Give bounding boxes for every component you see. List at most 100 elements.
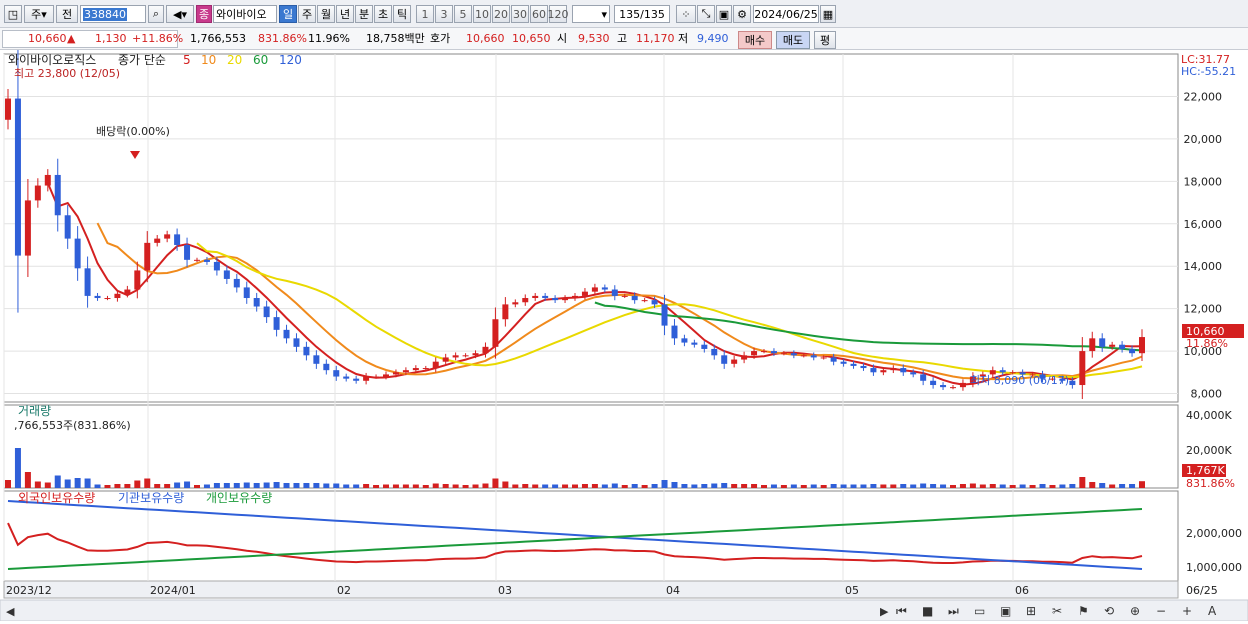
- volume-bar: [870, 484, 877, 488]
- interval-button-30[interactable]: 30: [511, 5, 529, 23]
- volume-bar: [502, 481, 509, 488]
- volume-bar: [999, 484, 1006, 488]
- volume-bar: [1049, 485, 1056, 488]
- y-tick-label: 22,000: [1184, 90, 1223, 103]
- candle-body: [542, 295, 549, 299]
- volume-bar: [412, 484, 419, 488]
- interval-button-1[interactable]: 1: [416, 5, 434, 23]
- volume-bar: [452, 484, 459, 488]
- volume-bar: [273, 482, 280, 488]
- interval-button-120[interactable]: 120: [548, 5, 569, 23]
- volume-bar: [243, 482, 250, 488]
- candle-body: [343, 376, 350, 379]
- volume-bar: [572, 484, 578, 488]
- interval-button-60[interactable]: 60: [530, 5, 548, 23]
- stock-type-badge: 종: [196, 5, 212, 23]
- candle-body: [213, 261, 220, 271]
- interval-button-10[interactable]: 10: [473, 5, 491, 23]
- volume-bar: [1009, 485, 1016, 488]
- interval-button-3[interactable]: 3: [435, 5, 453, 23]
- volume-bar: [661, 480, 668, 488]
- volume-bar: [94, 484, 101, 488]
- volume-bar: [24, 472, 31, 488]
- candle-body: [1069, 380, 1076, 386]
- date-input[interactable]: 2024/06/25: [753, 5, 819, 23]
- period-tab-1[interactable]: 주: [298, 5, 316, 23]
- stock-code-input[interactable]: 338840: [80, 5, 146, 23]
- volume-bar: [1039, 484, 1046, 488]
- volume-bar: [1129, 484, 1136, 488]
- high-label: 고: [617, 32, 628, 45]
- volume-bar: [283, 483, 290, 488]
- candle-body: [641, 300, 648, 302]
- period-tab-3[interactable]: 년: [336, 5, 354, 23]
- layout-icon[interactable]: ⁘: [676, 5, 696, 23]
- period-tab-5[interactable]: 초: [374, 5, 392, 23]
- volume-bar: [44, 482, 51, 488]
- candle-body: [363, 376, 370, 381]
- volume-tick: 20,000K: [1186, 444, 1232, 457]
- search-icon[interactable]: ⌕: [148, 5, 164, 23]
- volume-value: 1,766,553: [190, 32, 246, 45]
- volume-bar: [84, 478, 91, 488]
- period-tab-6[interactable]: 틱: [393, 5, 411, 23]
- period-tab-4[interactable]: 분: [355, 5, 373, 23]
- calendar-icon[interactable]: ▦: [820, 5, 836, 23]
- volume-bar: [114, 484, 121, 488]
- volume-bar: [890, 484, 897, 488]
- candle-body: [402, 370, 409, 373]
- stock-name-field[interactable]: 와이바이오: [213, 5, 277, 23]
- candle-body: [203, 259, 210, 262]
- candle-count-input[interactable]: 135/135: [614, 5, 670, 23]
- draw-tool-icon[interactable]: ⤡: [697, 5, 715, 23]
- control-icon: ⟲: [1104, 604, 1114, 618]
- period-select[interactable]: 주 ▾: [24, 5, 54, 23]
- buy-button[interactable]: 매수: [738, 31, 772, 49]
- volume-bar: [820, 485, 827, 488]
- interval-button-5[interactable]: 5: [454, 5, 472, 23]
- high-note: 최고 23,800 (12/05): [14, 67, 120, 80]
- volume-bar: [1029, 485, 1036, 488]
- low-value: 9,490: [697, 32, 729, 45]
- window-icon[interactable]: ◳: [4, 5, 22, 23]
- candle-body: [174, 234, 181, 245]
- speaker-icon[interactable]: ◀▾: [166, 5, 194, 23]
- volume-bar: [482, 483, 489, 488]
- volume-bar: [124, 484, 131, 488]
- candle-body: [383, 374, 389, 377]
- prev-button[interactable]: 전: [56, 5, 78, 23]
- volume-bar: [761, 485, 767, 488]
- volume-bar: [790, 484, 797, 488]
- volume-bar: [950, 485, 956, 488]
- candle-body: [661, 304, 668, 326]
- volume-bar: [691, 484, 698, 488]
- sell-button[interactable]: 매도: [776, 31, 810, 49]
- volume-bar: [810, 484, 817, 488]
- candle-body: [840, 361, 847, 364]
- volume-bar: [880, 484, 887, 488]
- control-icon: ⏭: [948, 604, 959, 618]
- volume-bar: [233, 483, 240, 488]
- volume-bar: [174, 482, 181, 488]
- scroll-left-icon: ◀: [6, 605, 15, 618]
- control-icon: A: [1208, 604, 1217, 618]
- period-tab-0[interactable]: 일: [279, 5, 297, 23]
- volume-bar: [492, 478, 499, 488]
- volume-bar: [313, 483, 320, 488]
- price-chart[interactable]: 22,00020,00018,00016,00014,00012,00010,0…: [0, 41, 1248, 622]
- control-icon: ▣: [1000, 604, 1011, 618]
- volume-bar: [323, 483, 330, 488]
- eval-button[interactable]: 평: [814, 31, 836, 49]
- gear-icon[interactable]: ⚙: [733, 5, 751, 23]
- candle-body: [800, 355, 807, 357]
- compare-select[interactable]: ▾: [572, 5, 610, 23]
- interval-button-20[interactable]: 20: [492, 5, 510, 23]
- candle-body: [631, 295, 638, 301]
- volume-bar: [194, 485, 200, 488]
- ma-legend-5: 5: [183, 53, 191, 67]
- candle-body: [810, 355, 817, 358]
- candle-body: [194, 259, 200, 261]
- period-tab-2[interactable]: 월: [317, 5, 335, 23]
- candle-body: [850, 363, 857, 366]
- save-icon[interactable]: ▣: [716, 5, 732, 23]
